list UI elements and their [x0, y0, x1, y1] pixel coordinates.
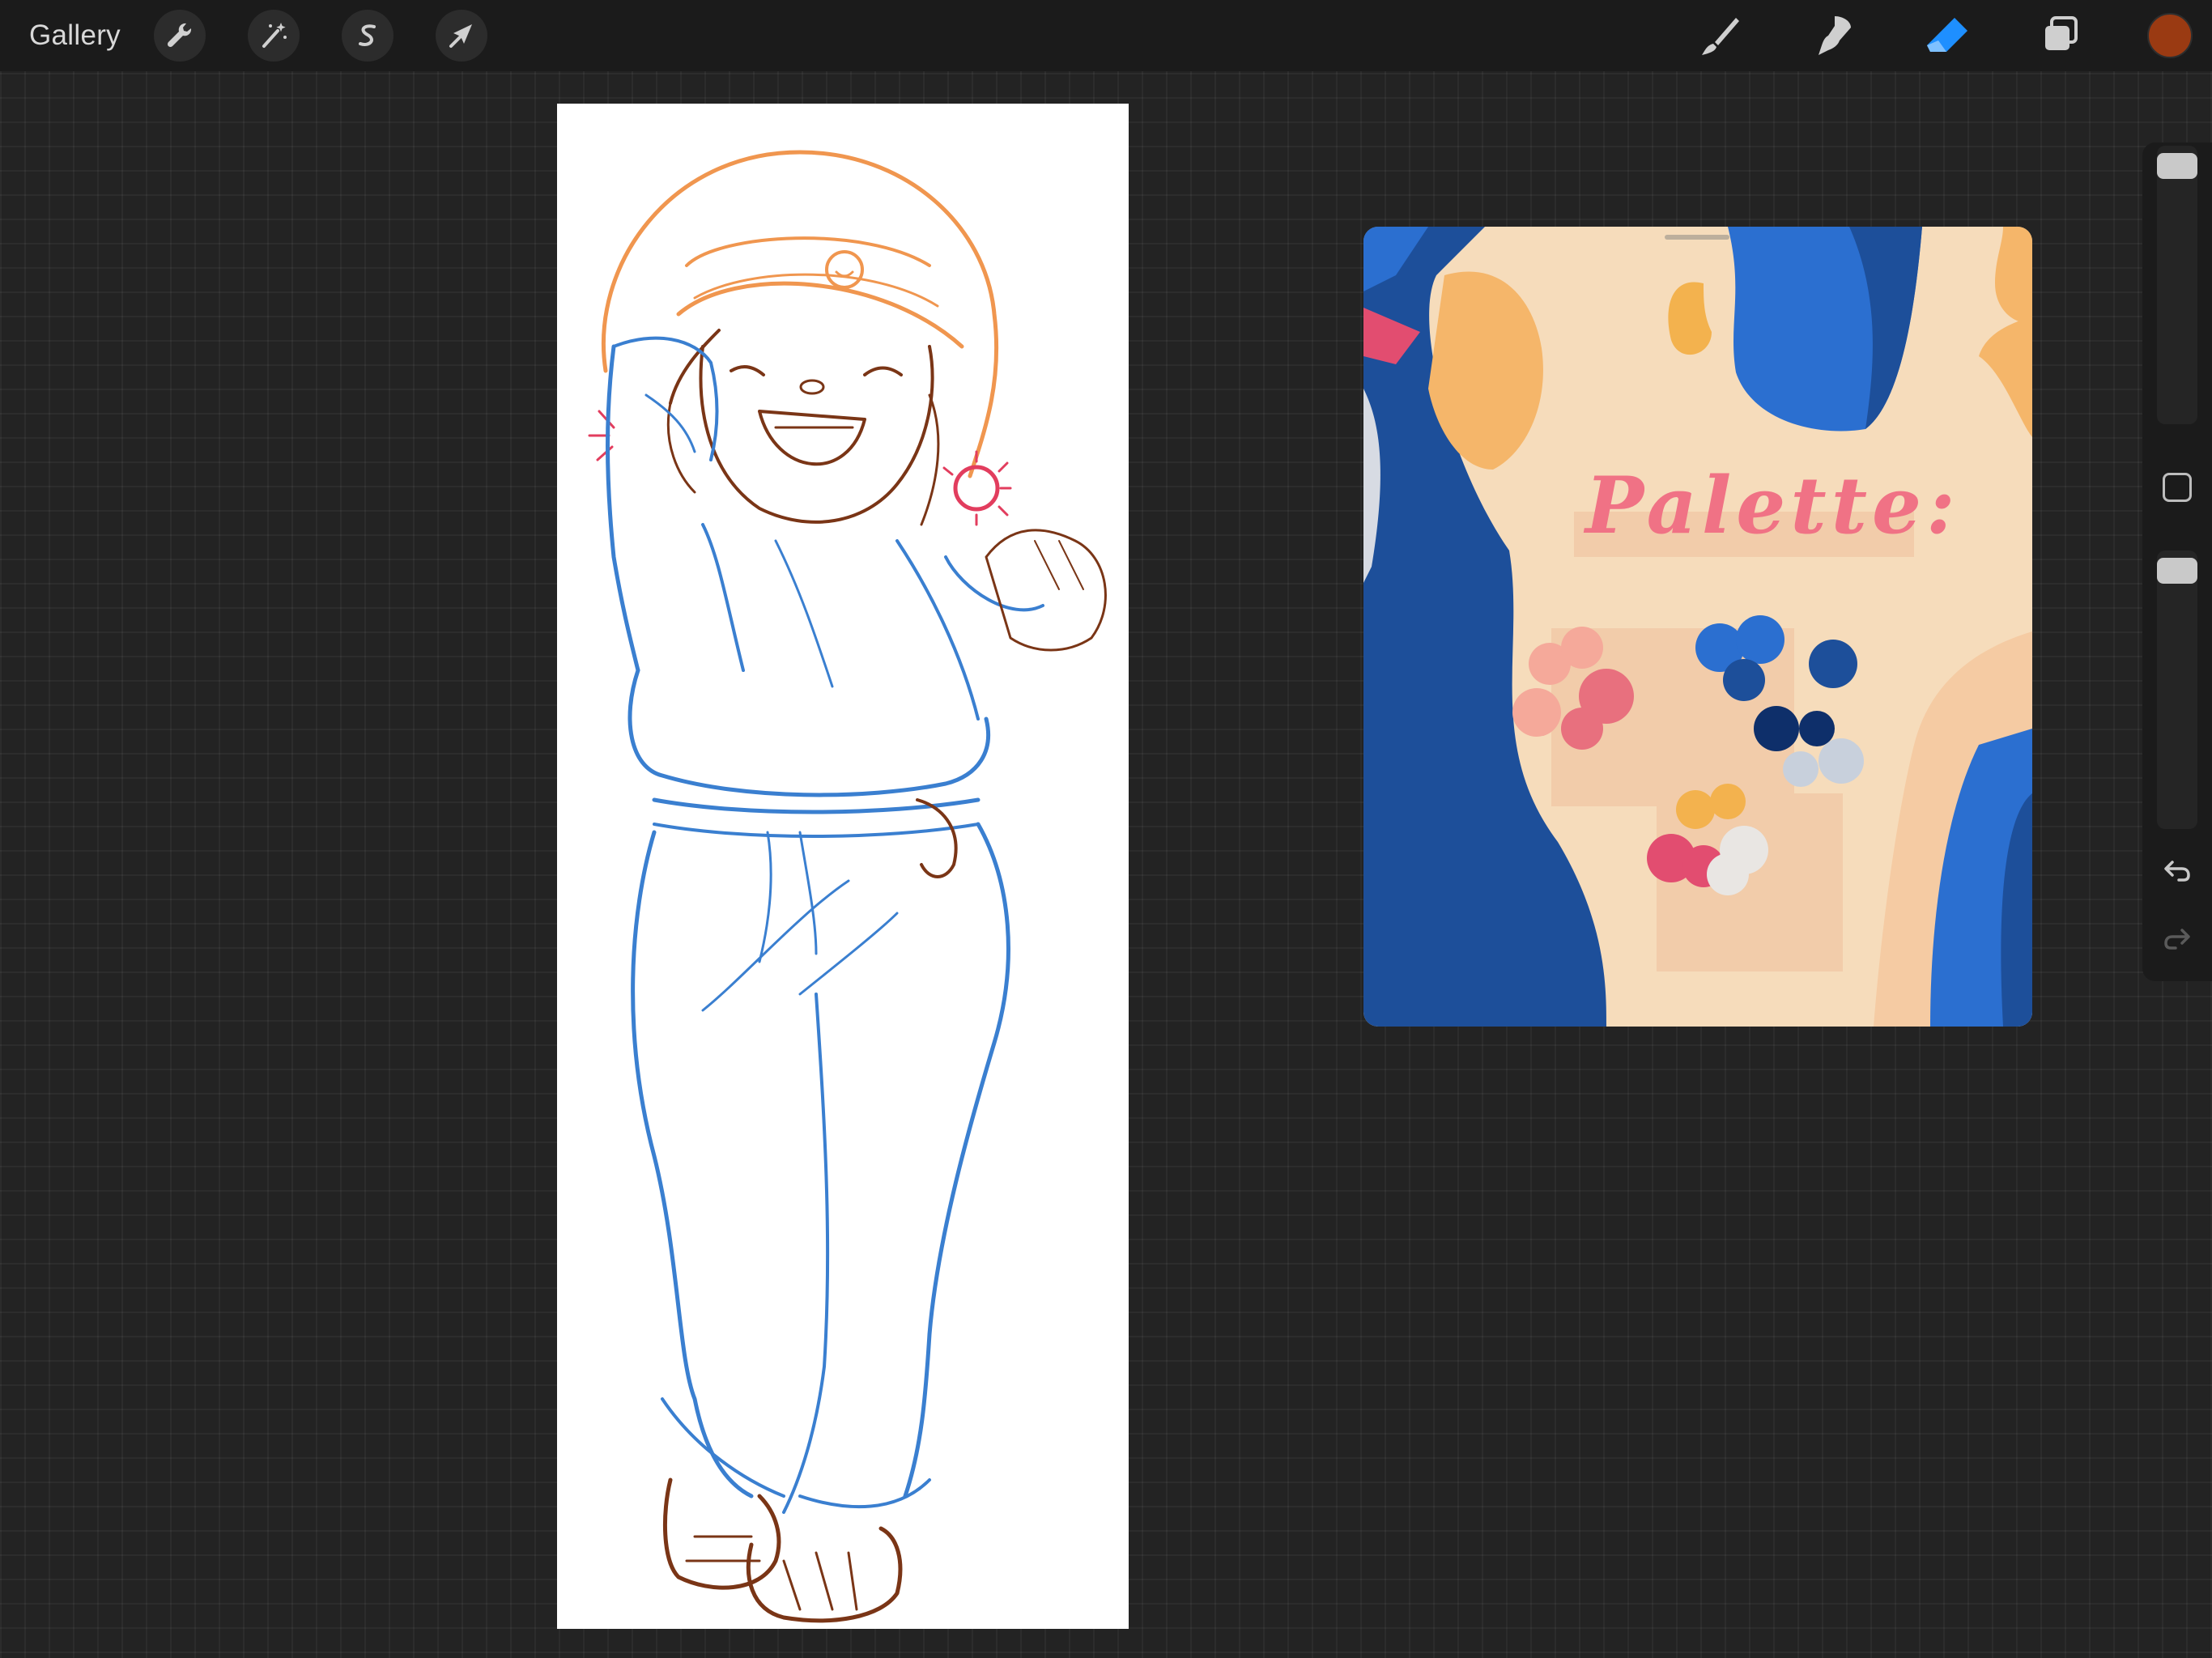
adjustments-button[interactable] [248, 10, 300, 62]
brush-icon [1702, 18, 1739, 55]
reference-image [1363, 227, 2032, 1027]
smudge-tool-button[interactable] [1809, 13, 1857, 58]
reference-window[interactable]: Palette: [1363, 227, 2032, 1027]
color-picker-button[interactable] [2147, 13, 2193, 58]
selection-button[interactable] [342, 10, 393, 62]
layers-button[interactable] [2035, 13, 2084, 58]
gallery-button[interactable]: Gallery [29, 16, 121, 55]
drawing-canvas[interactable] [557, 104, 1129, 1629]
erase-tool-button[interactable] [1922, 13, 1971, 58]
transform-arrow-icon [449, 24, 472, 48]
magic-wand-icon [262, 23, 287, 48]
right-sidebar [2142, 142, 2212, 981]
top-toolbar: Gallery [0, 0, 2212, 71]
wrench-icon [167, 23, 192, 48]
eraser-icon [1927, 18, 1967, 52]
brush-size-slider[interactable] [2157, 146, 2197, 424]
redo-button[interactable] [2159, 920, 2196, 957]
smudge-icon [1819, 16, 1851, 55]
reference-drag-handle[interactable] [1665, 235, 1729, 240]
layers-icon [2045, 16, 2078, 50]
brush-size-thumb[interactable] [2157, 153, 2197, 179]
redo-icon [2164, 929, 2190, 950]
undo-button[interactable] [2159, 852, 2196, 889]
reference-palette-title: Palette: [1585, 460, 1960, 551]
undo-icon [2164, 861, 2190, 882]
opacity-thumb[interactable] [2157, 558, 2197, 584]
paint-tool-button[interactable] [1695, 13, 1744, 58]
transform-button[interactable] [436, 10, 487, 62]
opacity-slider[interactable] [2157, 551, 2197, 829]
actions-button[interactable] [154, 10, 206, 62]
modify-button[interactable] [2163, 473, 2192, 502]
character-sketch [588, 150, 1107, 1623]
selection-s-icon [359, 24, 376, 46]
